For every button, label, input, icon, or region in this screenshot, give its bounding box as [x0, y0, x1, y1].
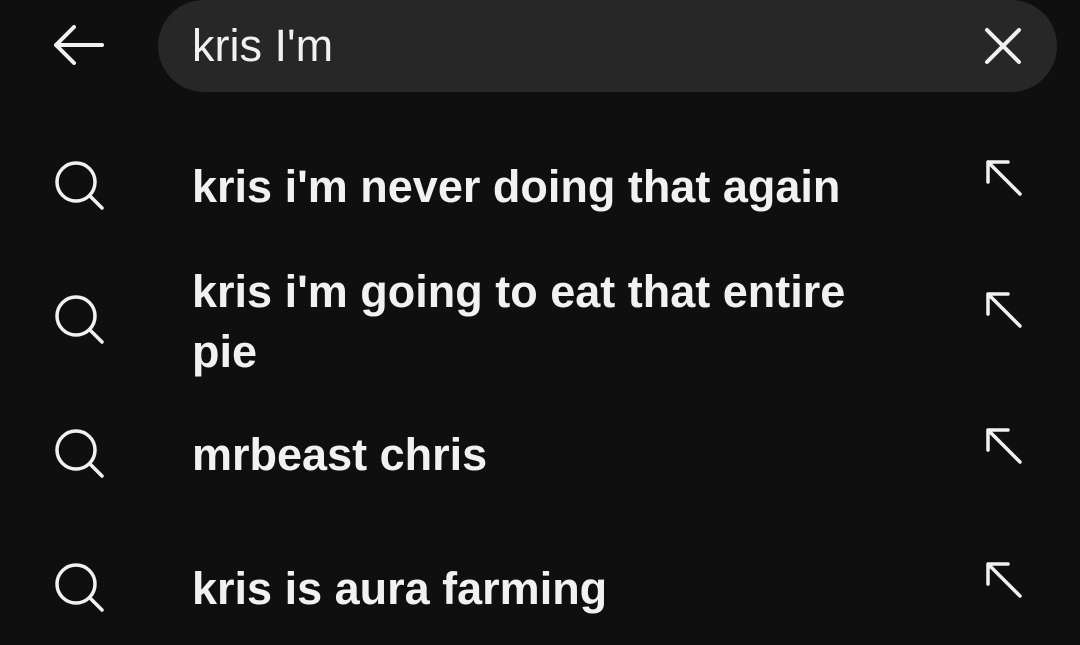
suggestion-text: kris i'm never doing that again — [192, 161, 841, 212]
suggestion-text: mrbeast chris — [192, 429, 488, 480]
suggestion-text: kris is aura farming — [192, 563, 608, 614]
fill-query-button[interactable] — [972, 278, 1036, 342]
arrow-up-left-icon — [986, 292, 1022, 328]
fill-query-button[interactable] — [972, 414, 1036, 478]
suggestion-text: kris i'm going to eat that entire pie — [192, 266, 846, 377]
search-icon — [55, 295, 104, 344]
suggestion-list: kris i'm never doing that again kris i'm… — [0, 0, 1080, 645]
fill-query-button[interactable] — [972, 548, 1036, 612]
arrow-up-left-icon — [986, 160, 1022, 196]
arrow-up-left-icon — [986, 562, 1022, 598]
arrow-up-left-icon — [986, 428, 1022, 464]
suggestion-item[interactable]: kris i'm going to eat that entire pie — [0, 258, 1080, 388]
search-icon — [55, 563, 104, 612]
fill-query-button[interactable] — [972, 146, 1036, 210]
suggestion-item[interactable]: kris is aura farming — [0, 542, 1080, 642]
suggestion-item[interactable]: mrbeast chris — [0, 408, 1080, 508]
search-icon — [55, 161, 104, 210]
search-icon — [55, 429, 104, 478]
search-screen: kris i'm never doing that again kris i'm… — [0, 0, 1080, 645]
suggestion-item[interactable]: kris i'm never doing that again — [0, 140, 1080, 250]
